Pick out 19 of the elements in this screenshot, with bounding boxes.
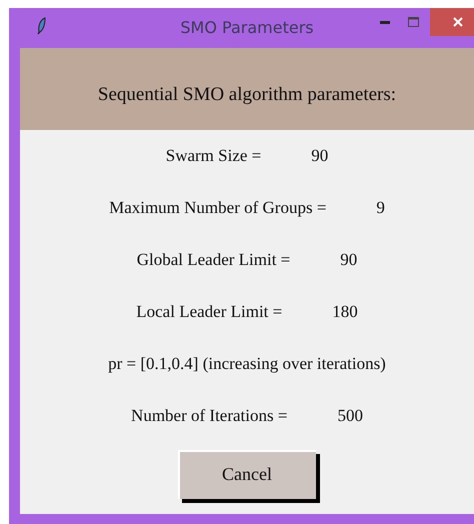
parameter-value: 9 [376, 198, 385, 218]
parameter-value: 90 [340, 250, 358, 270]
close-icon [452, 17, 462, 27]
parameter-label: Maximum Number of Groups = [109, 198, 326, 218]
maximize-icon [408, 17, 418, 27]
cancel-button[interactable]: Cancel [178, 450, 316, 499]
parameter-label: Local Leader Limit = [136, 302, 282, 322]
parameter-value: 180 [332, 302, 358, 322]
parameter-value: 90 [311, 146, 328, 166]
parameter-note: pr = [0.1,0.4] (increasing over iterations) [108, 354, 386, 374]
header-text: Sequential SMO algorithm parameters: [98, 84, 396, 106]
minimize-icon [380, 20, 390, 24]
window-title: SMO Parameters [180, 18, 314, 37]
close-button[interactable] [430, 8, 474, 36]
parameter-label: Global Leader Limit = [136, 250, 290, 270]
parameter-label: Number of Iterations = [131, 406, 288, 426]
parameter-value: 500 [337, 406, 363, 426]
feather-icon [37, 17, 46, 35]
parameter-label: Swarm Size = [166, 146, 262, 166]
